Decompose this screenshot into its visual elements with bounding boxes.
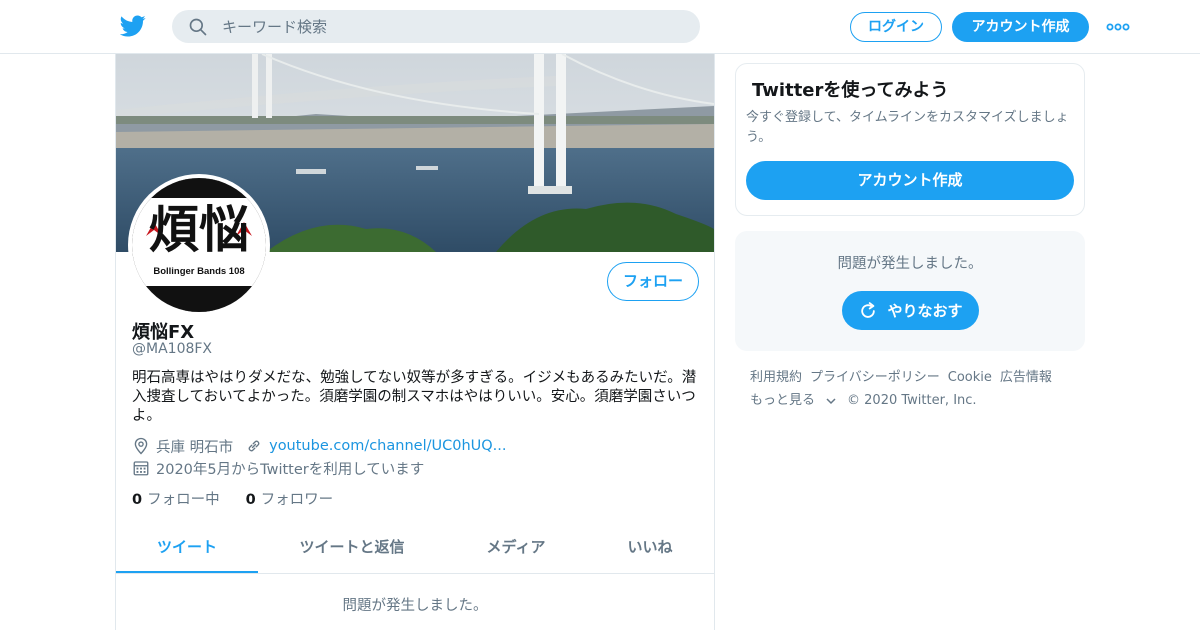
profile-handle: @MA108FX — [132, 341, 213, 357]
signup-card-button[interactable]: アカウント作成 — [746, 161, 1074, 200]
tab-media[interactable]: メディア — [446, 524, 586, 573]
profile-column: 煩悩 Bollinger Bands 108 フォロー 煩悩FX @MA108F… — [115, 54, 715, 630]
search-icon — [189, 18, 207, 36]
signup-promo-card: Twitterを使ってみよう 今すぐ登録して、タイムラインをカスタマイズしましょ… — [735, 63, 1085, 216]
following-label: フォロー中 — [147, 492, 220, 508]
calendar-icon — [133, 461, 149, 476]
retry-label: やりなおす — [887, 302, 963, 320]
search-box[interactable] — [172, 10, 700, 43]
more-dots-icon[interactable] — [1106, 22, 1130, 32]
signup-card-description: 今すぐ登録して、タイムラインをカスタマイズしましょう。 — [746, 110, 1069, 145]
tab-likes[interactable]: いいね — [586, 524, 714, 573]
tab-tweets[interactable]: ツイート — [116, 524, 258, 573]
followers-label: フォロワー — [260, 492, 334, 508]
avatar[interactable]: 煩悩 Bollinger Bands 108 — [128, 174, 270, 316]
profile-location-row: 兵庫 明石市 youtube.com/channel/UC0hUQ... — [132, 436, 506, 456]
following-count-link[interactable]: 0 フォロー中 — [132, 488, 220, 509]
follow-button[interactable]: フォロー — [607, 262, 699, 301]
refresh-icon — [861, 301, 876, 318]
tab-tweets-and-replies[interactable]: ツイートと返信 — [258, 524, 446, 573]
profile-bio: 明石高専はやはりダメだな、勉強してない奴等が多すぎる。イジメもあるみたいだ。潜入… — [132, 370, 697, 424]
login-button[interactable]: ログイン — [850, 12, 942, 42]
footer-link-terms[interactable]: 利用規約 — [750, 366, 802, 389]
footer-links: 利用規約 プライバシーポリシー Cookie 広告情報 もっと見る © 2020… — [750, 366, 1090, 412]
timeline-error-message: 問題が発生しました。 — [342, 598, 488, 614]
footer-link-ads[interactable]: 広告情報 — [1000, 366, 1052, 389]
footer-more-label: もっと見る — [750, 393, 816, 408]
avatar-logo-subtext: Bollinger Bands 108 — [153, 266, 245, 277]
error-card-message: 問題が発生しました。 — [837, 256, 983, 272]
search-input[interactable] — [222, 10, 682, 43]
twitter-bird-icon[interactable] — [120, 13, 146, 39]
link-icon — [248, 440, 260, 452]
followers-count-link[interactable]: 0 フォロワー — [246, 488, 334, 509]
error-card: 問題が発生しました。 やりなおす — [735, 231, 1085, 351]
signup-button[interactable]: アカウント作成 — [952, 12, 1089, 42]
footer-copyright: © 2020 Twitter, Inc. — [847, 393, 977, 408]
retry-button[interactable]: やりなおす — [842, 291, 979, 330]
profile-joined-date: 2020年5月からTwitterを利用しています — [156, 461, 425, 478]
profile-location: 兵庫 明石市 — [156, 439, 234, 456]
profile-url-link[interactable]: youtube.com/channel/UC0hUQ... — [269, 438, 506, 454]
location-icon — [134, 437, 148, 455]
profile-tabs: ツイート ツイートと返信 メディア いいね — [116, 524, 714, 574]
signup-card-title: Twitterを使ってみよう — [752, 80, 949, 101]
top-navigation-bar: ログイン アカウント作成 — [0, 0, 1200, 54]
profile-joined-row: 2020年5月からTwitterを利用しています — [132, 458, 424, 478]
followers-count: 0 — [245, 492, 256, 508]
footer-link-privacy[interactable]: プライバシーポリシー — [810, 366, 940, 389]
following-count: 0 — [132, 492, 143, 508]
chevron-down-icon — [826, 397, 836, 404]
footer-more-link[interactable]: もっと見る — [750, 389, 823, 412]
avatar-logo-text: 煩悩 — [149, 200, 249, 259]
profile-counts: 0 フォロー中 0 フォロワー — [132, 488, 359, 509]
footer-link-cookie[interactable]: Cookie — [948, 366, 992, 389]
